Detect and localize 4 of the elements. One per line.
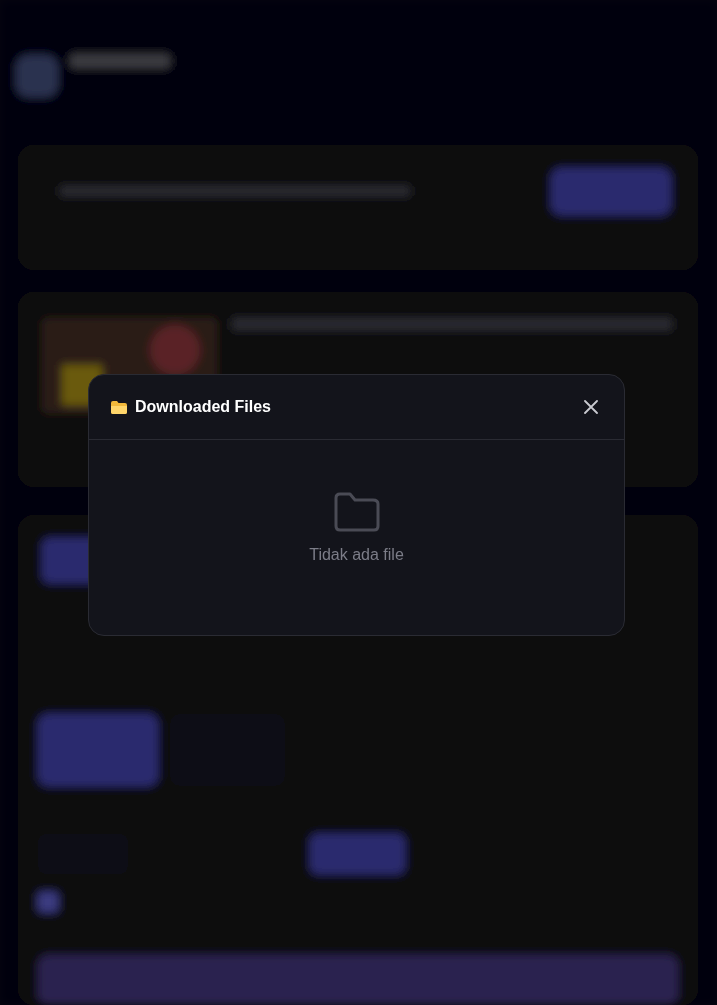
dialog-title: Downloaded Files	[135, 398, 272, 416]
empty-folder-icon	[333, 491, 380, 532]
folder-icon	[111, 400, 127, 414]
empty-message: Tidak ada file	[309, 545, 404, 564]
